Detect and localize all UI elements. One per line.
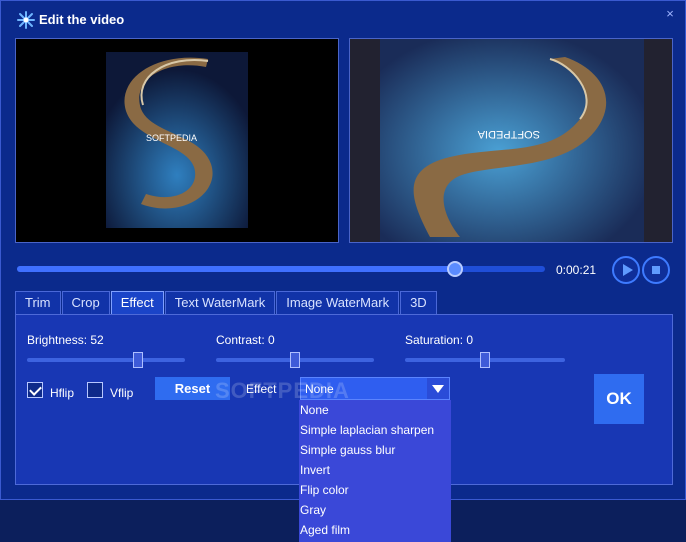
original-preview: SOFTPEDIA [15, 38, 339, 243]
close-button[interactable]: × [663, 7, 677, 21]
effect-option-invert[interactable]: Invert [299, 460, 451, 480]
contrast-slider[interactable] [216, 352, 374, 368]
tab-trim[interactable]: Trim [15, 291, 61, 315]
seek-bar-thumb[interactable] [447, 261, 464, 277]
tab-text-watermark[interactable]: Text WaterMark [164, 291, 276, 315]
effect-option-gauss-blur[interactable]: Simple gauss blur [299, 440, 451, 460]
window-title: Edit the video [39, 12, 125, 27]
contrast-label: Contrast: 0 [216, 333, 275, 347]
effect-option-laplacian-sharpen[interactable]: Simple laplacian sharpen [299, 420, 451, 440]
chevron-down-icon[interactable] [427, 378, 449, 399]
tab-image-watermark[interactable]: Image WaterMark [276, 291, 400, 315]
effect-dropdown-list: None Simple laplacian sharpen Simple gau… [299, 400, 451, 542]
time-display: 0:00:21 [556, 263, 597, 277]
effect-option-aged-film[interactable]: Aged film [299, 520, 451, 540]
contrast-slider-thumb[interactable] [290, 352, 300, 368]
svg-text:SOFTPEDIA: SOFTPEDIA [477, 128, 540, 140]
vflip-label: Vflip [110, 386, 134, 400]
tab-bar: Trim Crop Effect Text WaterMark Image Wa… [15, 291, 438, 315]
tab-3d[interactable]: 3D [400, 291, 437, 315]
svg-text:SOFTPEDIA: SOFTPEDIA [146, 133, 197, 143]
ok-button[interactable]: OK [594, 374, 644, 424]
brightness-label: Brightness: 52 [27, 333, 104, 347]
saturation-slider[interactable] [405, 352, 565, 368]
flipped-video-frame: SOFTPEDIA [350, 39, 672, 242]
effect-option-flip-color[interactable]: Flip color [299, 480, 451, 500]
tab-effect[interactable]: Effect [110, 291, 164, 315]
brightness-slider-thumb[interactable] [132, 352, 143, 368]
title-bar: Edit the video × [1, 1, 685, 35]
play-button[interactable] [612, 256, 640, 284]
seek-bar-fill [17, 266, 456, 272]
saturation-slider-thumb[interactable] [480, 352, 490, 368]
brightness-slider[interactable] [27, 352, 185, 368]
original-video-frame: SOFTPEDIA [16, 39, 338, 242]
effect-option-none[interactable]: None [299, 400, 451, 420]
tab-crop[interactable]: Crop [61, 291, 110, 315]
sparkle-icon [17, 11, 35, 29]
hflip-checkbox[interactable] [27, 382, 43, 398]
vflip-checkbox[interactable] [87, 382, 103, 398]
seek-bar[interactable] [17, 261, 545, 277]
result-preview: SOFTPEDIA [349, 38, 673, 243]
stop-button[interactable] [642, 256, 670, 284]
saturation-label: Saturation: 0 [405, 333, 474, 347]
hflip-label: Hflip [50, 386, 75, 400]
effect-option-gray[interactable]: Gray [299, 500, 451, 520]
